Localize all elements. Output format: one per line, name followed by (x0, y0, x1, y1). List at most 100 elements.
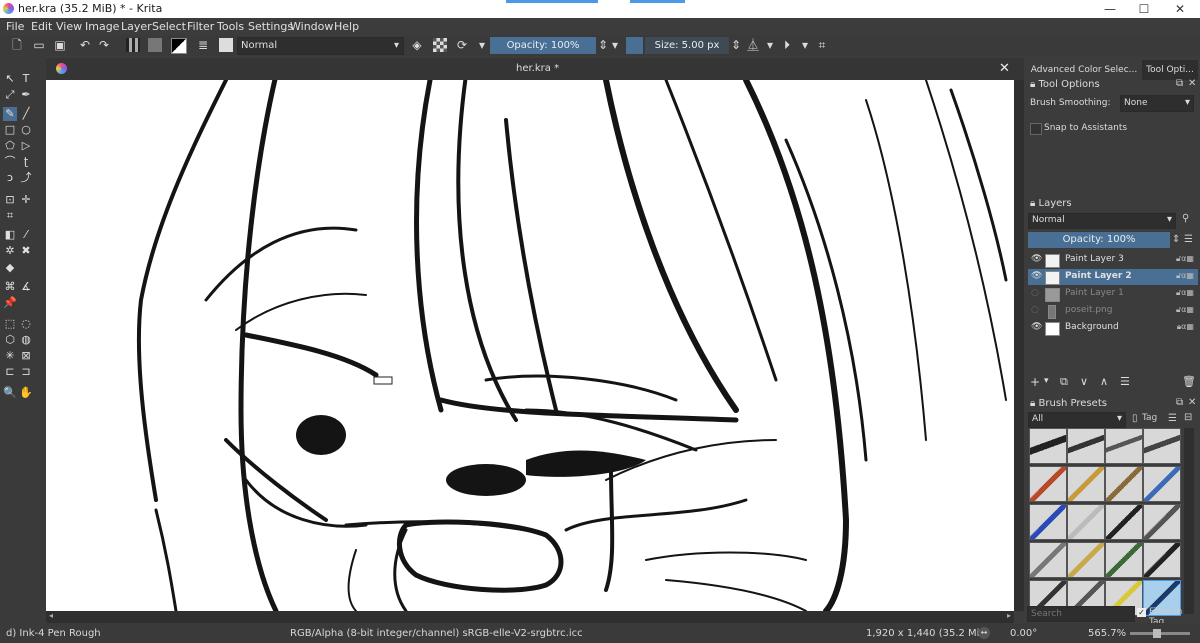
brush-preset-item[interactable] (1067, 504, 1105, 540)
float-docker-icon[interactable]: ⧉ (1176, 78, 1183, 89)
size-spin-icon[interactable]: ⇕ (729, 38, 743, 52)
brush-preset-item[interactable] (1067, 542, 1105, 578)
crop-icon[interactable]: ⌗ (815, 38, 829, 52)
eye-icon[interactable]: 👁︎ (1031, 271, 1042, 281)
preset-search-input[interactable] (1027, 606, 1135, 622)
zoom-tool-icon[interactable]: 🔍 (3, 386, 17, 400)
menu-filter[interactable]: Filter (187, 20, 214, 33)
grid-view-icon[interactable]: ⊟ (1184, 412, 1192, 423)
colorize-mask-icon[interactable]: ✖ (19, 244, 33, 258)
layer-props-icon[interactable]: 🔒︎α▦ (1177, 322, 1194, 332)
layer-row[interactable]: ○ poseit.png 🔓︎α▦ (1028, 303, 1198, 319)
multibrush-icon[interactable]: ⤴ (19, 171, 33, 185)
ellipse-tool-icon[interactable]: ○ (19, 123, 33, 137)
select-shapes-icon[interactable]: ↖ (3, 72, 17, 86)
layer-properties-icon[interactable]: ☰ (1120, 375, 1130, 388)
brush-preset-item[interactable] (1029, 504, 1067, 540)
contiguous-select-icon[interactable]: ✳ (3, 349, 17, 363)
save-icon[interactable]: ▣ (53, 38, 67, 52)
brush-preset-item[interactable] (1143, 466, 1181, 502)
brush-preset-item[interactable] (1143, 428, 1181, 464)
list-view-icon[interactable]: ☰ (1168, 413, 1177, 424)
close-docker-icon[interactable]: ✕ (1188, 397, 1196, 408)
brush-preset-item[interactable] (1067, 466, 1105, 502)
opacity-spin-icon[interactable]: ⇕ (1172, 234, 1180, 245)
hidden-eye-icon[interactable]: ○ (1031, 305, 1039, 315)
redo-icon[interactable]: ↷ (97, 38, 111, 52)
menu-settings[interactable]: Settings (248, 20, 293, 33)
fill-tool-icon[interactable]: ◆ (3, 261, 17, 275)
brush-preset-item[interactable] (1105, 428, 1143, 464)
brush-settings-icon[interactable]: ≣ (196, 38, 210, 52)
preset-filter-select[interactable]: All ▾ (1028, 412, 1126, 428)
menu-view[interactable]: View (56, 20, 82, 33)
chevron-down-icon[interactable]: ▾ (1044, 376, 1049, 386)
layer-props-icon[interactable]: 🔓︎α▦ (1176, 305, 1194, 315)
brush-preset-item[interactable] (1143, 504, 1181, 540)
zoom-slider-handle[interactable] (1153, 629, 1161, 638)
chevron-down-icon[interactable]: ▾ (763, 38, 777, 52)
new-document-icon[interactable]: 🗋 (10, 38, 24, 52)
freehand-brush-icon[interactable]: ✎ (3, 107, 17, 121)
alpha-lock-icon[interactable] (433, 38, 447, 52)
reload-preset-icon[interactable]: ⟳ (455, 38, 469, 52)
assistant-tool-icon[interactable]: ⌘ (3, 280, 17, 294)
brush-preset-item[interactable] (1029, 466, 1067, 502)
eye-icon[interactable]: 👁︎ (1031, 254, 1042, 264)
preset-scrollbar[interactable] (1184, 428, 1194, 614)
rect-select-icon[interactable]: ⬚ (3, 317, 17, 331)
delete-layer-icon[interactable]: 🗑︎ (1182, 375, 1196, 388)
brush-preset-item[interactable] (1067, 428, 1105, 464)
freehand-path-icon[interactable]: ʈ (19, 155, 33, 169)
menu-tools[interactable]: Tools (217, 20, 244, 33)
close-docker-icon[interactable]: ✕ (1188, 78, 1196, 89)
current-brush-status[interactable]: d) Ink-4 Pen Rough (6, 628, 101, 639)
scroll-right-icon[interactable]: ▸ (1007, 611, 1011, 620)
hidden-eye-icon[interactable]: ○ (1031, 288, 1039, 298)
tag-label[interactable]: Tag (1142, 413, 1157, 423)
document-tab[interactable]: her.kra * (516, 63, 559, 74)
duplicate-layer-icon[interactable]: ⧉ (1060, 375, 1068, 389)
tab-advanced-color-selector[interactable]: Advanced Color Selec... (1028, 60, 1140, 80)
polyline-tool-icon[interactable]: ▷ (19, 139, 33, 153)
move-layer-up-icon[interactable]: ∧ (1100, 375, 1108, 388)
opacity-slider[interactable]: Opacity: 100% (490, 37, 596, 54)
layer-props-icon[interactable]: 🔓︎α▦ (1176, 288, 1194, 298)
open-folder-icon[interactable]: ▭ (32, 38, 46, 52)
text-tool-icon[interactable]: T (19, 72, 33, 86)
chevron-down-icon[interactable]: ▾ (798, 38, 812, 52)
calligraphy-icon[interactable]: ✒ (19, 88, 33, 102)
layer-row[interactable]: 👁︎ Background 🔒︎α▦ (1028, 320, 1198, 336)
layer-props-icon[interactable]: 🔓︎α▦ (1176, 271, 1194, 281)
blend-mode-select[interactable]: Normal ▾ (237, 37, 404, 55)
tab-tool-options[interactable]: Tool Opti... (1142, 60, 1198, 80)
ellipse-select-icon[interactable]: ◌ (19, 317, 33, 331)
move-layer-down-icon[interactable]: ∨ (1080, 375, 1088, 388)
brush-preset-item[interactable] (1105, 542, 1143, 578)
menu-image[interactable]: Image (85, 20, 119, 33)
edit-shapes-icon[interactable]: ⤢ (3, 88, 17, 102)
gradient-swatch-icon[interactable] (126, 38, 140, 52)
close-window-button[interactable]: ✕ (1160, 0, 1200, 18)
menu-select[interactable]: Select (152, 20, 186, 33)
chevron-down-icon[interactable]: ▾ (475, 38, 489, 52)
brush-preset-item[interactable] (1105, 466, 1143, 502)
menu-window[interactable]: Window (290, 20, 333, 33)
brush-preset-icon[interactable] (219, 38, 233, 52)
similar-select-icon[interactable]: ⊠ (19, 349, 33, 363)
menu-edit[interactable]: Edit (31, 20, 52, 33)
crop-tool-icon[interactable]: ⌗ (3, 209, 17, 223)
brush-preset-item[interactable] (1029, 428, 1067, 464)
measure-tool-icon[interactable]: ∡ (19, 280, 33, 294)
layer-opacity-slider[interactable]: Opacity: 100% (1028, 232, 1170, 248)
layer-row[interactable]: 👁︎ Paint Layer 3 🔓︎α▦ (1028, 252, 1198, 268)
dynamic-brush-icon[interactable]: ↄ (3, 171, 17, 185)
polygon-tool-icon[interactable]: ⬠ (3, 139, 17, 153)
brush-smoothing-select[interactable]: None ▾ (1120, 95, 1194, 112)
brush-preset-item[interactable] (1105, 504, 1143, 540)
filter-in-tag-checkbox[interactable]: ✓ (1137, 608, 1146, 617)
reference-tool-icon[interactable]: 📌 (3, 296, 17, 310)
tag-icon[interactable]: ▯ (1132, 413, 1138, 424)
smart-patch-icon[interactable]: ✲ (3, 244, 17, 258)
rectangle-tool-icon[interactable]: □ (3, 123, 17, 137)
